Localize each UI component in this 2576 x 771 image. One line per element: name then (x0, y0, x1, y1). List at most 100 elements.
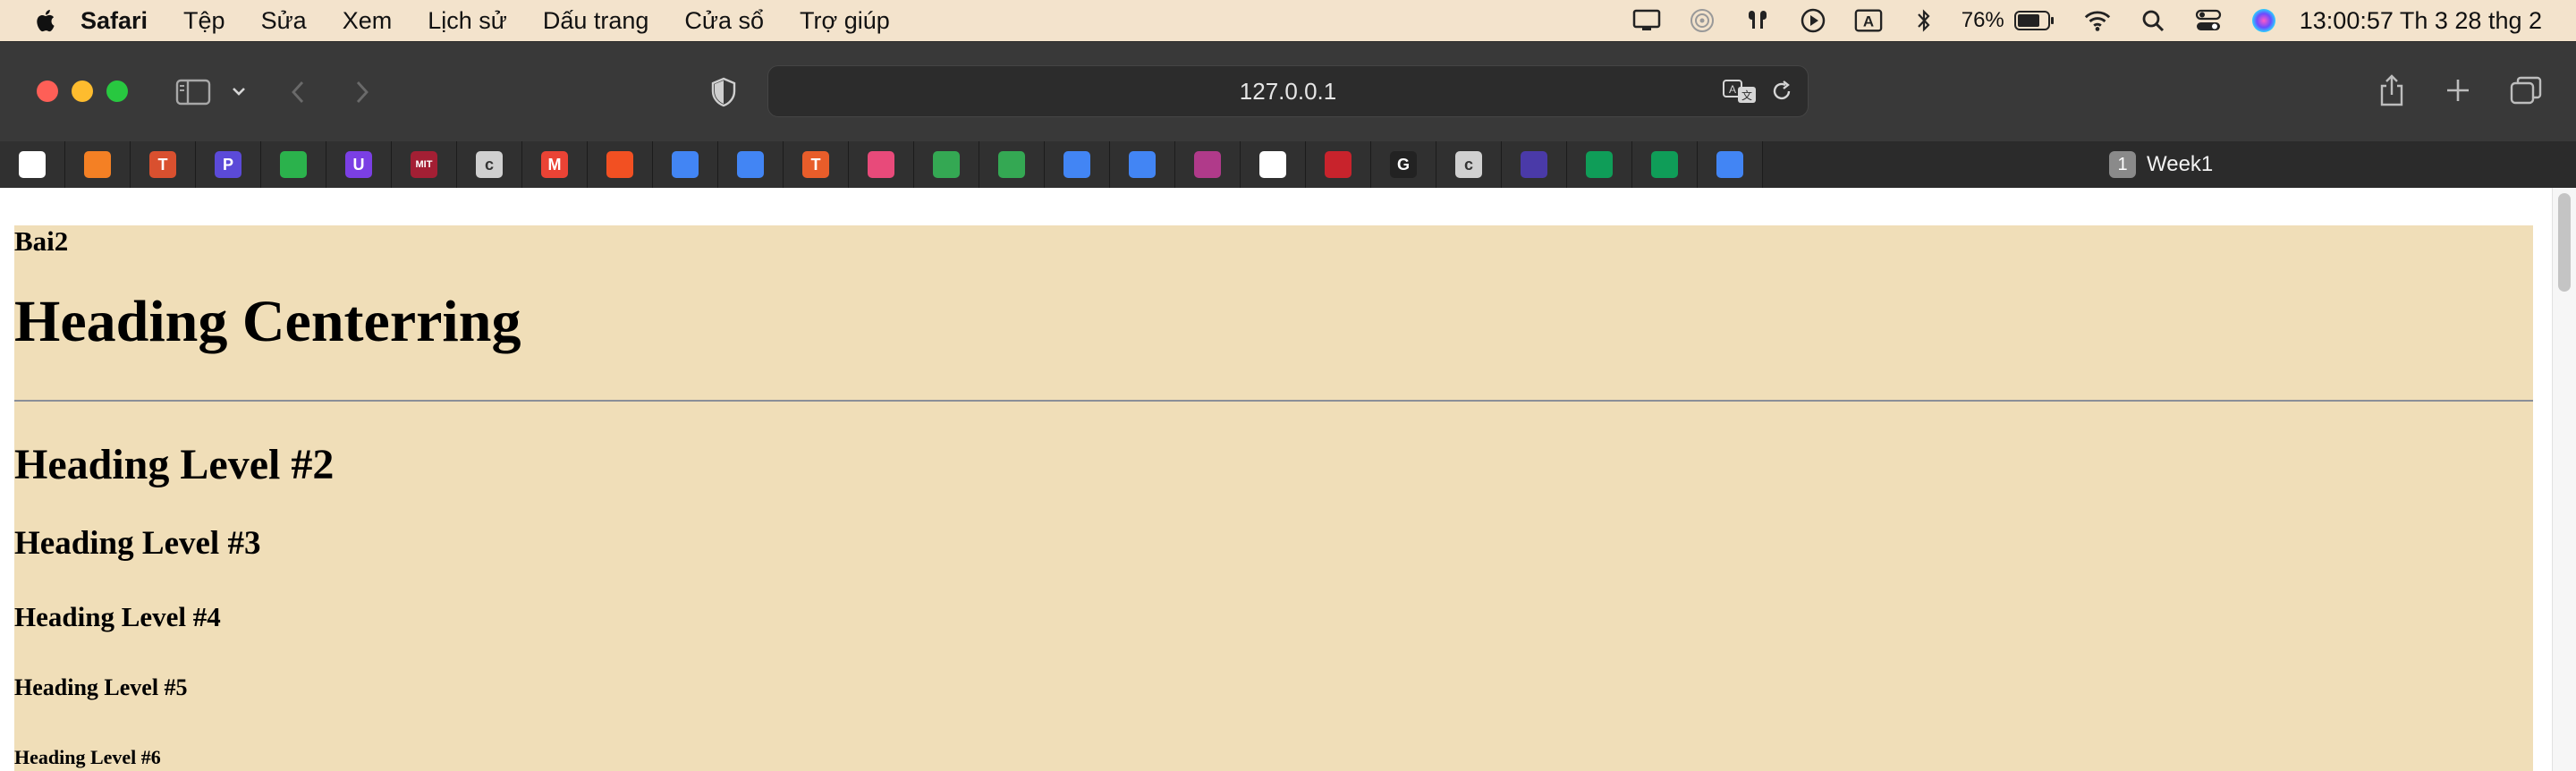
heading-level-5: Heading Level #5 (14, 674, 188, 700)
fav-drive-2-icon (998, 151, 1025, 178)
menu-bookmarks[interactable]: Dấu trang (543, 7, 649, 35)
fav-drive-1-icon (933, 151, 960, 178)
tab-count-badge: 1 (2109, 151, 2136, 178)
control-center-icon[interactable] (2194, 6, 2223, 35)
svg-text:文: 文 (1741, 89, 1752, 102)
fav-c-bookmark[interactable]: c (457, 141, 522, 188)
heading-level-2: Heading Level #2 (14, 441, 335, 488)
spotlight-icon[interactable] (2139, 6, 2167, 35)
fav-sheets-2-bookmark[interactable] (1632, 141, 1698, 188)
fav-docs-3-bookmark[interactable] (1045, 141, 1110, 188)
menu-clock[interactable]: 13:00:57 Th 3 28 thg 2 (2300, 7, 2542, 35)
fav-p-icon: P (215, 151, 242, 178)
fav-c2-icon: c (1455, 151, 1482, 178)
address-bar[interactable]: 127.0.0.1 A文 (767, 65, 1809, 117)
battery-icon[interactable] (2013, 6, 2056, 35)
fav-bird-bookmark[interactable] (1241, 141, 1306, 188)
tab-group-indicator[interactable]: 1 Week1 (2109, 141, 2213, 188)
heading-level-4: Heading Level #4 (14, 601, 221, 632)
fav-feedly-icon (280, 151, 307, 178)
zoom-window-button[interactable] (106, 80, 128, 102)
fav-circle-bookmark[interactable] (1502, 141, 1567, 188)
fav-docs-4-bookmark[interactable] (1110, 141, 1175, 188)
display-icon[interactable] (1632, 6, 1661, 35)
minimize-window-button[interactable] (72, 80, 93, 102)
address-url[interactable]: 127.0.0.1 (768, 66, 1808, 116)
page-body: Bai2 Heading Centerring Heading Level #2… (14, 225, 2533, 771)
fav-feedly-bookmark[interactable] (261, 141, 326, 188)
fav-drive-1-bookmark[interactable] (914, 141, 979, 188)
play-icon[interactable] (1799, 6, 1827, 35)
menu-history[interactable]: Lịch sử (428, 7, 507, 35)
fav-docs-5-bookmark[interactable] (1698, 141, 1763, 188)
fav-stackoverflow-icon (84, 151, 111, 178)
fav-bird-icon (1259, 151, 1286, 178)
sidebar-toggle-icon[interactable] (175, 74, 211, 110)
fav-g-icon: G (1390, 151, 1417, 178)
fav-waves-bookmark[interactable] (1306, 141, 1371, 188)
airpods-icon[interactable] (1743, 6, 1772, 35)
fav-microsoft-bookmark[interactable] (588, 141, 653, 188)
fav-sheets-2-icon (1651, 151, 1678, 178)
fav-docs-2-icon (737, 151, 764, 178)
fav-c2-bookmark[interactable]: c (1436, 141, 1502, 188)
fav-dots-bookmark[interactable] (1175, 141, 1241, 188)
fav-t-red-icon: T (149, 151, 176, 178)
translate-icon[interactable]: A文 (1722, 78, 1758, 105)
fav-sketch-bookmark[interactable] (849, 141, 914, 188)
fav-docs-2-bookmark[interactable] (718, 141, 784, 188)
fav-docs-4-icon (1129, 151, 1156, 178)
menu-window[interactable]: Cửa sổ (684, 7, 764, 35)
fav-1-bookmark[interactable] (0, 141, 65, 188)
close-window-button[interactable] (37, 80, 58, 102)
bluetooth-icon[interactable] (1910, 6, 1938, 35)
fav-u-bookmark[interactable]: U (326, 141, 392, 188)
fav-t-orange-bookmark[interactable]: T (784, 141, 849, 188)
fav-u-icon: U (345, 151, 372, 178)
fav-mit-icon: MIT (411, 151, 437, 178)
reload-icon[interactable] (1768, 78, 1795, 105)
fav-stackoverflow-bookmark[interactable] (65, 141, 131, 188)
new-tab-plus-icon[interactable] (2442, 74, 2474, 106)
svg-text:A: A (1863, 13, 1874, 30)
page-label-heading: Bai2 (14, 225, 69, 257)
fav-gmail-bookmark[interactable]: M (522, 141, 588, 188)
back-chevron-icon[interactable] (284, 76, 311, 108)
privacy-shield-icon[interactable] (708, 76, 739, 108)
battery-percent: 76% (1961, 8, 2004, 32)
web-viewport: Bai2 Heading Centerring Heading Level #2… (0, 188, 2576, 771)
menu-help[interactable]: Trợ giúp (800, 7, 890, 35)
fav-microsoft-icon (606, 151, 633, 178)
menu-view[interactable]: Xem (343, 7, 393, 35)
fav-t-red-bookmark[interactable]: T (131, 141, 196, 188)
fav-docs-1-bookmark[interactable] (653, 141, 718, 188)
tab-group-chevron-down-icon[interactable] (229, 78, 249, 105)
fav-sheets-1-bookmark[interactable] (1567, 141, 1632, 188)
menu-edit[interactable]: Sửa (261, 7, 307, 35)
fav-drive-2-bookmark[interactable] (979, 141, 1045, 188)
scrollbar-thumb[interactable] (2558, 193, 2571, 292)
fav-t-orange-icon: T (802, 151, 829, 178)
wifi-icon[interactable] (2083, 6, 2112, 35)
fav-docs-5-icon (1716, 151, 1743, 178)
share-icon[interactable] (2376, 72, 2408, 108)
tab-group-name[interactable]: Week1 (2147, 152, 2213, 177)
fav-g-bookmark[interactable]: G (1371, 141, 1436, 188)
fav-p-bookmark[interactable]: P (196, 141, 261, 188)
menu-app-name[interactable]: Safari (80, 7, 148, 35)
fav-circle-icon (1521, 151, 1547, 178)
fav-docs-3-icon (1063, 151, 1090, 178)
horizontal-rule (14, 400, 2533, 402)
airdrop-icon[interactable] (1688, 6, 1716, 35)
favorites-list: T P U MIT c M T Gc (0, 141, 1763, 188)
input-source-icon[interactable]: A (1854, 6, 1883, 35)
tab-overview-icon[interactable] (2508, 74, 2544, 106)
apple-menu-icon[interactable] (34, 8, 55, 33)
vertical-scrollbar[interactable] (2552, 188, 2576, 771)
fav-mit-bookmark[interactable]: MIT (392, 141, 457, 188)
menu-file[interactable]: Tệp (183, 7, 225, 35)
siri-icon[interactable] (2250, 6, 2278, 35)
forward-chevron-icon[interactable] (349, 76, 376, 108)
fav-c-icon: c (476, 151, 503, 178)
heading-level-6: Heading Level #6 (14, 746, 161, 768)
